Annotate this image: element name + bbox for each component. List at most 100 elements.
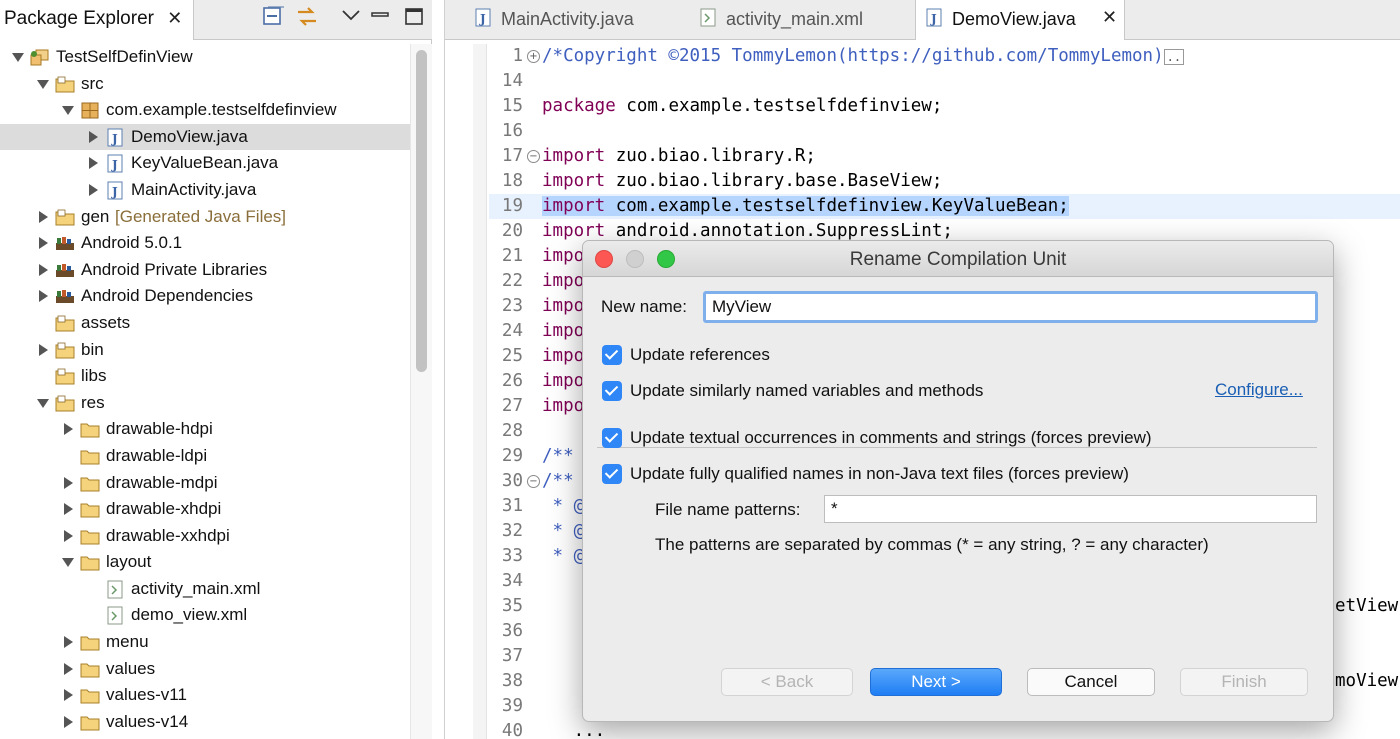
tree-item-label: drawable-ldpi	[106, 445, 208, 465]
chevron-right-icon[interactable]	[89, 157, 98, 170]
tree-item[interactable]: layout	[0, 549, 410, 576]
chevron-right-icon[interactable]	[39, 210, 48, 223]
tree-item[interactable]: res	[0, 390, 410, 417]
update-textual-occurrences-checkbox[interactable]	[602, 428, 622, 448]
chevron-right-icon[interactable]	[64, 636, 73, 649]
code-line[interactable]: 1 +/*Copyright ©2015 TommyLemon(https://g…	[489, 44, 1400, 69]
tree-item[interactable]: demo_view.xml	[0, 602, 410, 629]
folder-icon	[80, 527, 100, 546]
chevron-down-icon[interactable]	[62, 106, 74, 116]
tree-item[interactable]: drawable-hdpi	[0, 416, 410, 443]
minimize-icon[interactable]	[367, 4, 393, 30]
chevron-down-icon[interactable]	[12, 53, 24, 62]
explorer-scrollbar-thumb[interactable]	[416, 50, 427, 372]
chevron-right-icon[interactable]	[39, 343, 48, 356]
back-button[interactable]: < Back	[721, 668, 853, 696]
view-menu-icon[interactable]	[338, 4, 364, 30]
tree-item[interactable]: values-v14	[0, 709, 410, 736]
chevron-right-icon[interactable]	[89, 183, 98, 196]
tree-item[interactable]: menu	[0, 629, 410, 656]
chevron-right-icon[interactable]	[64, 503, 73, 516]
tree-item[interactable]: TestSelfDefinView	[0, 44, 410, 71]
tree-item[interactable]: drawable-ldpi	[0, 443, 410, 470]
cancel-button[interactable]: Cancel	[1027, 668, 1155, 696]
new-name-input[interactable]	[703, 291, 1318, 323]
tree-item[interactable]: values-v11	[0, 682, 410, 709]
tree-item-label: TestSelfDefinView	[56, 47, 193, 66]
code-line[interactable]: 17− import zuo.biao.library.R;	[489, 144, 1400, 169]
file-name-patterns-label: File name patterns:	[655, 500, 801, 519]
code-text: /**	[542, 444, 574, 469]
code-line[interactable]: 18 import zuo.biao.library.base.BaseView;	[489, 169, 1400, 194]
tree-item[interactable]: com.example.testselfdefinview	[0, 97, 410, 124]
code-line[interactable]: 19 import com.example.testselfdefinview.K…	[489, 194, 1400, 219]
maximize-icon[interactable]	[402, 4, 428, 30]
code-text: impo	[542, 344, 584, 369]
tree-item[interactable]: bin	[0, 337, 410, 364]
chevron-right-icon[interactable]	[89, 130, 98, 143]
tree-item[interactable]: activity_main.xml	[0, 576, 410, 603]
tree-item[interactable]: J KeyValueBean.java	[0, 150, 410, 177]
chevron-right-icon[interactable]	[39, 263, 48, 276]
editor-tab[interactable]: J MainActivity.java	[465, 0, 680, 40]
tree-item[interactable]: libs	[0, 363, 410, 390]
tree-item[interactable]: assets	[0, 310, 410, 337]
code-text: /**	[542, 469, 574, 494]
tree-item-label: libs	[81, 366, 107, 386]
code-line[interactable]: 14	[489, 69, 1400, 94]
chevron-right-icon[interactable]	[64, 529, 73, 542]
explorer-scrollbar[interactable]	[410, 44, 432, 739]
editor-tab-label: DemoView.java	[952, 9, 1076, 29]
close-icon[interactable]: ✕	[167, 8, 182, 29]
code-token: android.annotation.SuppressLint;	[605, 221, 953, 241]
chevron-right-icon[interactable]	[39, 290, 48, 303]
file-name-patterns-input[interactable]	[824, 495, 1317, 523]
update-references-checkbox[interactable]	[602, 345, 622, 365]
configure-link[interactable]: Configure...	[1215, 380, 1303, 400]
tree-item[interactable]: gen [Generated Java Files]	[0, 204, 410, 231]
chevron-right-icon[interactable]	[64, 715, 73, 728]
chevron-right-icon[interactable]	[64, 662, 73, 675]
close-icon[interactable]: ✕	[1102, 7, 1117, 28]
tree-item-label: src	[81, 73, 104, 93]
tree-item[interactable]: Android Private Libraries	[0, 257, 410, 284]
collapse-all-icon[interactable]	[260, 4, 286, 30]
editor-tab[interactable]: J DemoView.java ✕	[915, 0, 1125, 40]
collapse-fold-icon[interactable]: −	[527, 150, 540, 163]
editor-tab[interactable]: activity_main.xml	[690, 0, 905, 40]
folded-region-marker[interactable]: ..	[1163, 49, 1185, 65]
finish-button[interactable]: Finish	[1180, 668, 1308, 696]
tree-item[interactable]: src	[0, 71, 410, 98]
tree-item[interactable]: drawable-xxhdpi	[0, 523, 410, 550]
chevron-right-icon[interactable]	[39, 237, 48, 250]
chevron-right-icon[interactable]	[64, 689, 73, 702]
tree-item[interactable]: J MainActivity.java	[0, 177, 410, 204]
next-button[interactable]: Next >	[870, 668, 1002, 696]
tree-item[interactable]: J DemoView.java	[0, 123, 410, 151]
tree-item[interactable]: Android 5.0.1	[0, 230, 410, 257]
tree-item[interactable]: drawable-mdpi	[0, 470, 410, 497]
chevron-down-icon[interactable]	[62, 558, 74, 568]
package-explorer-tab[interactable]: Package Explorer ✕	[0, 0, 194, 40]
tree-item[interactable]: values	[0, 656, 410, 683]
java-file-icon: J	[105, 128, 125, 147]
chevron-down-icon[interactable]	[37, 398, 49, 408]
tree-item-label: drawable-xhdpi	[106, 499, 222, 519]
code-line[interactable]: 15 package com.example.testselfdefinview;	[489, 94, 1400, 119]
update-qualified-names-checkbox[interactable]	[602, 464, 622, 484]
patterns-hint: The patterns are separated by commas (* …	[655, 535, 1209, 554]
tree-item[interactable]: Android Dependencies	[0, 283, 410, 310]
chevron-right-icon[interactable]	[64, 423, 73, 436]
code-line[interactable]: 40 ...	[489, 719, 1400, 739]
chevron-down-icon[interactable]	[37, 79, 49, 89]
package-icon	[80, 101, 100, 120]
update-similar-names-checkbox[interactable]	[602, 381, 622, 401]
collapse-fold-icon[interactable]: −	[527, 475, 540, 488]
link-with-editor-icon[interactable]	[294, 4, 320, 30]
expand-fold-icon[interactable]: +	[527, 50, 540, 63]
tree-item[interactable]: drawable-xhdpi	[0, 496, 410, 523]
code-line[interactable]: 16	[489, 119, 1400, 144]
code-token: /*Copyright ©2015 TommyLemon(https://git…	[542, 46, 1164, 66]
chevron-right-icon[interactable]	[64, 476, 73, 489]
svg-text:J: J	[111, 132, 118, 146]
